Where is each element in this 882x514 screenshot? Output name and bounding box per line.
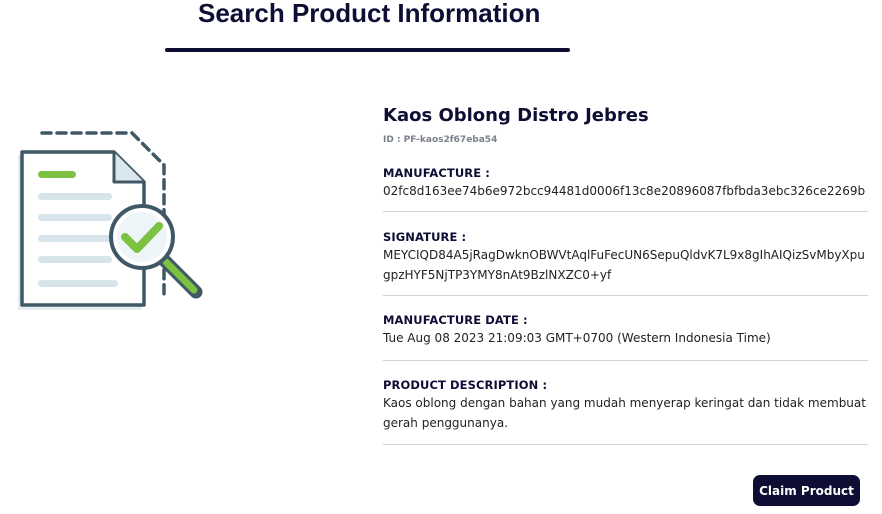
signature-value: MEYCIQD84A5jRagDwknOBWVtAqlFuFecUN6SepuQ… bbox=[383, 248, 865, 282]
product-description-field: PRODUCT DESCRIPTION : Kaos oblong dengan… bbox=[383, 361, 868, 445]
manufacture-date-value: Tue Aug 08 2023 21:09:03 GMT+0700 (Weste… bbox=[383, 331, 771, 345]
document-search-check-icon bbox=[12, 125, 212, 320]
title-underline bbox=[165, 48, 570, 52]
manufacture-field: MANUFACTURE : 02fc8d163ee74b6e972bcc9448… bbox=[383, 165, 868, 212]
signature-field: SIGNATURE : MEYCIQD84A5jRagDwknOBWVtAqlF… bbox=[383, 212, 868, 296]
manufacture-date-label: MANUFACTURE DATE : bbox=[383, 313, 528, 327]
product-id: ID : PF-kaos2f67eba54 bbox=[383, 135, 498, 145]
manufacture-label: MANUFACTURE : bbox=[383, 166, 490, 180]
signature-label: SIGNATURE : bbox=[383, 230, 467, 244]
manufacture-date-field: MANUFACTURE DATE : Tue Aug 08 2023 21:09… bbox=[383, 296, 868, 361]
product-description-value: Kaos oblong dengan bahan yang mudah meny… bbox=[383, 396, 866, 430]
product-name: Kaos Oblong Distro Jebres bbox=[383, 105, 649, 126]
claim-product-button[interactable]: Claim Product bbox=[753, 475, 860, 506]
page-title: Search Product Information bbox=[198, 0, 541, 28]
product-info-panel: Kaos Oblong Distro Jebres ID : PF-kaos2f… bbox=[383, 104, 868, 445]
product-description-label: PRODUCT DESCRIPTION : bbox=[383, 378, 548, 392]
manufacture-value: 02fc8d163ee74b6e972bcc94481d0006f13c8e20… bbox=[383, 184, 866, 198]
